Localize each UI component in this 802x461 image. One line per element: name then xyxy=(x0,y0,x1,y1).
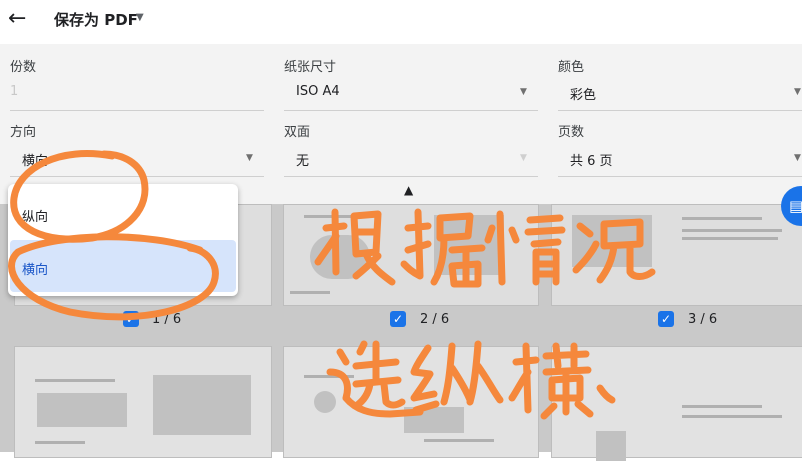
duplex-underline xyxy=(284,176,538,177)
page-text-line xyxy=(682,405,762,408)
preview-page[interactable] xyxy=(283,204,539,306)
page-number: 3 / 6 xyxy=(688,312,718,327)
paper-size-label: 纸张尺寸 xyxy=(284,60,337,75)
back-arrow-icon[interactable]: ← xyxy=(8,8,32,30)
chevron-down-icon[interactable]: ▼ xyxy=(136,12,144,23)
page-text-line xyxy=(682,415,782,418)
chevron-down-icon[interactable]: ▼ xyxy=(246,153,253,163)
copies-label: 份数 xyxy=(10,60,37,75)
color-label: 颜色 xyxy=(558,60,585,75)
collapse-settings-chevron-up-icon[interactable]: ▲ xyxy=(404,183,413,197)
page-text-line xyxy=(682,217,762,220)
orientation-underline xyxy=(10,176,264,177)
preview-page[interactable] xyxy=(14,346,272,458)
page-text-line xyxy=(424,439,494,442)
page-text-line xyxy=(304,375,354,378)
page-text-line xyxy=(304,215,354,218)
page-checkbox[interactable]: ✓ xyxy=(390,311,406,327)
pages-underline xyxy=(558,176,802,177)
preview-page[interactable] xyxy=(551,204,802,306)
pages-select[interactable]: 共 6 页 xyxy=(570,150,613,169)
page-text-line xyxy=(682,237,778,240)
orientation-menu: 纵向 横向 xyxy=(8,184,238,296)
top-bar: ← 保存为 PDF ▼ xyxy=(0,0,802,44)
page-figure xyxy=(153,375,251,435)
page-figure xyxy=(314,391,336,413)
chevron-down-icon[interactable]: ▼ xyxy=(520,153,527,163)
preview-page[interactable] xyxy=(551,346,802,461)
chevron-down-icon[interactable]: ▼ xyxy=(520,87,527,97)
page-figure xyxy=(404,407,464,433)
page-figure xyxy=(434,215,504,275)
page-figure xyxy=(310,235,370,279)
duplex-select[interactable]: 无 xyxy=(296,150,309,169)
orientation-select[interactable]: 横向 xyxy=(22,150,48,169)
page-text-line xyxy=(682,229,782,232)
duplex-label: 双面 xyxy=(284,125,311,140)
chevron-down-icon[interactable]: ▼ xyxy=(794,153,801,163)
page-text-line xyxy=(35,379,115,382)
printer-destination-title[interactable]: 保存为 PDF xyxy=(54,9,138,30)
page-checkbox[interactable]: ✓ xyxy=(123,311,139,327)
pages-label: 页数 xyxy=(558,125,585,140)
copies-underline xyxy=(10,110,264,111)
page-checkbox[interactable]: ✓ xyxy=(658,311,674,327)
color-select[interactable]: 彩色 xyxy=(570,84,596,103)
preview-page[interactable] xyxy=(283,346,539,458)
page-text-line xyxy=(35,441,85,444)
chevron-down-icon[interactable]: ▼ xyxy=(794,87,801,97)
page-number: 2 / 6 xyxy=(420,312,450,327)
page-text-line xyxy=(290,291,330,294)
page-figure xyxy=(596,431,626,461)
orientation-option-portrait[interactable]: 纵向 xyxy=(22,206,48,225)
page-figure xyxy=(37,393,127,427)
paper-size-select[interactable]: ISO A4 xyxy=(296,84,340,99)
orientation-label: 方向 xyxy=(10,125,37,140)
page-number: 1 / 6 xyxy=(152,312,182,327)
orientation-option-landscape[interactable]: 横向 xyxy=(22,259,48,278)
page-figure xyxy=(572,215,652,267)
paper-size-underline xyxy=(284,110,538,111)
copies-input[interactable]: 1 xyxy=(10,84,18,99)
print-settings-panel xyxy=(0,44,802,204)
color-underline xyxy=(558,110,802,111)
